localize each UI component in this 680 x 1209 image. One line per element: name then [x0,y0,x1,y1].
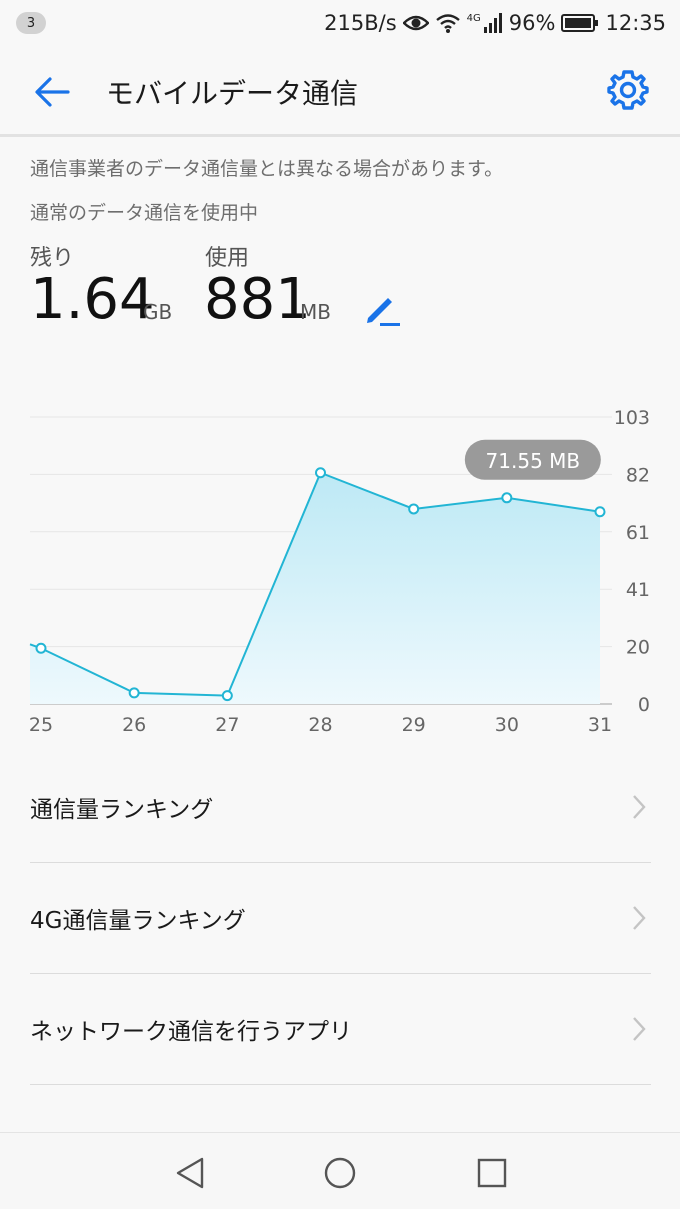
notification-badge: 3 [16,12,46,34]
used-value: 881 [204,267,311,332]
y-tick-label: 82 [626,464,650,486]
usage-chart: 103 82 61 41 20 0 25 26 27 28 29 30 31 71.55 MB [29,407,650,736]
carrier-disclaimer: 通信事業者のデータ通信量とは異なる場合があります。 [30,158,504,180]
list-item-label: 通信量ランキング [30,797,214,823]
battery-percent: 96% [508,11,556,35]
remaining-value: 1.64 [30,267,155,332]
used-unit: MB [300,300,331,324]
data-point[interactable] [501,492,513,504]
battery-icon [561,14,599,32]
status-icons: 215B/s 4G 96% 12:35 [324,11,666,35]
list-item-usage-ranking[interactable]: 通信量ランキング [30,752,651,863]
chevron-right-icon [633,906,646,930]
square-recents-icon [477,1158,507,1188]
edit-limit-button[interactable] [360,292,404,328]
x-tick-label: 25 [29,714,53,736]
triangle-back-icon [176,1157,204,1189]
app-bar: モバイルデータ通信 [0,50,680,137]
x-tick-label: 31 [588,714,612,736]
network-type: 4G [466,13,481,24]
list-item-label: 4G通信量ランキング [30,908,246,934]
remaining-unit: GB [143,300,173,324]
data-point[interactable] [594,506,606,518]
y-tick-label: 0 [638,694,650,716]
settings-button[interactable] [606,68,650,112]
page-title: モバイルデータ通信 [106,77,359,110]
data-point[interactable] [221,690,233,702]
y-tick-label: 20 [626,637,650,659]
y-tick-label: 61 [626,522,650,544]
x-tick-label: 27 [215,714,239,736]
nav-recents-button[interactable] [472,1153,512,1193]
x-tick-label: 28 [308,714,332,736]
data-point[interactable] [35,642,47,654]
list-item-network-apps[interactable]: ネットワーク通信を行うアプリ [30,974,651,1085]
data-point[interactable] [315,467,326,479]
x-tick-label: 26 [122,714,146,736]
eye-icon [402,15,429,31]
list-item-label: ネットワーク通信を行うアプリ [30,1019,352,1045]
circle-home-icon [324,1157,356,1189]
clock: 12:35 [605,11,666,35]
signal-icon [483,13,502,33]
nav-back-button[interactable] [170,1153,210,1193]
chevron-right-icon [633,1017,646,1041]
chevron-right-icon [633,795,646,819]
menu-list: 通信量ランキング 4G通信量ランキング ネットワーク通信を行うアプリ [30,752,651,1085]
back-button[interactable] [30,70,74,114]
pencil-icon [367,298,400,326]
status-bar: 3 215B/s 4G 96% 12:35 [0,0,680,46]
x-tick-label: 29 [402,714,426,736]
net-speed: 215B/s [324,11,397,35]
data-point[interactable] [408,503,420,515]
gear-icon [607,70,649,110]
nav-home-button[interactable] [320,1153,360,1193]
y-tick-label: 103 [614,407,650,429]
tooltip-label: 71.55 MB [486,449,581,473]
list-item-4g-ranking[interactable]: 4G通信量ランキング [30,863,651,974]
x-tick-label: 30 [495,714,519,736]
data-mode-status: 通常のデータ通信を使用中 [30,202,259,224]
wifi-icon [435,14,460,33]
usage-area [30,472,600,704]
data-point[interactable] [128,687,140,699]
arrow-left-icon [35,77,70,107]
system-nav-bar [0,1132,680,1209]
y-tick-label: 41 [626,579,650,601]
